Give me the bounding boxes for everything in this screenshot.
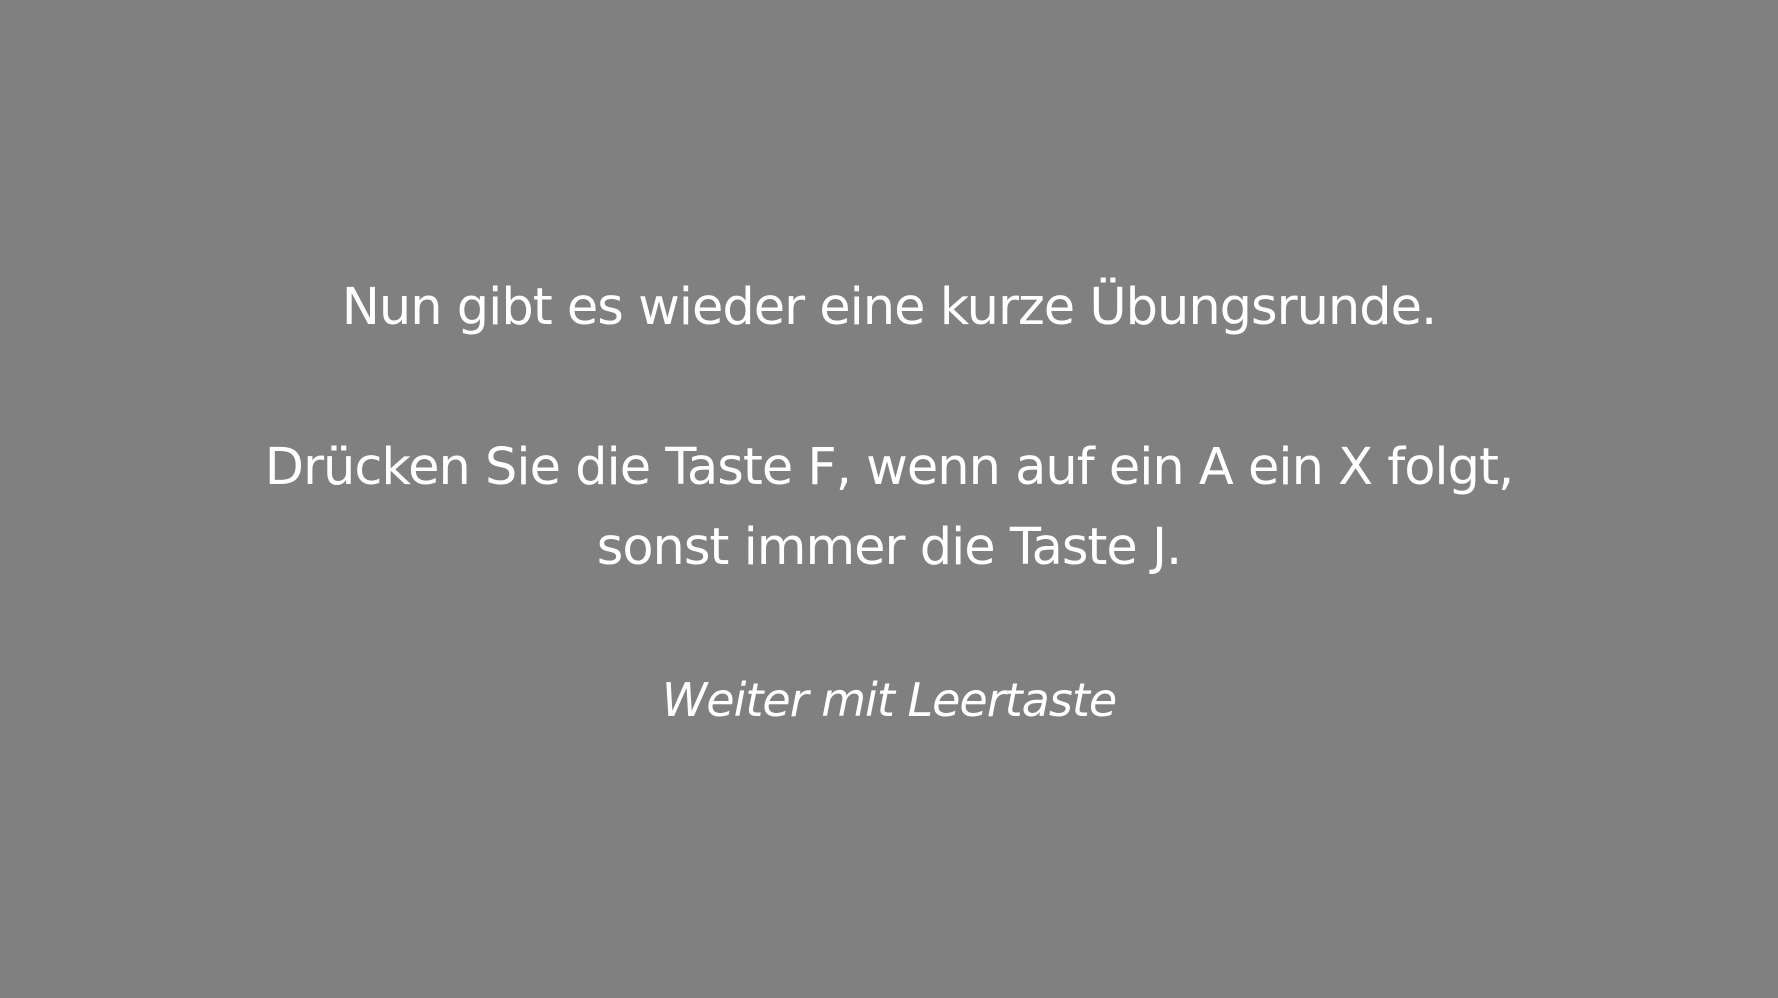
continue-hint: Weiter mit Leertaste (661, 673, 1117, 727)
instruction-line-1: Nun gibt es wieder eine kurze Übungsrund… (341, 278, 1437, 337)
instruction-line-3: sonst immer die Taste J. (596, 518, 1182, 577)
instruction-line-2: Drücken Sie die Taste F, wenn auf ein A … (264, 438, 1514, 497)
instruction-screen: Nun gibt es wieder eine kurze Übungsrund… (0, 0, 1778, 998)
